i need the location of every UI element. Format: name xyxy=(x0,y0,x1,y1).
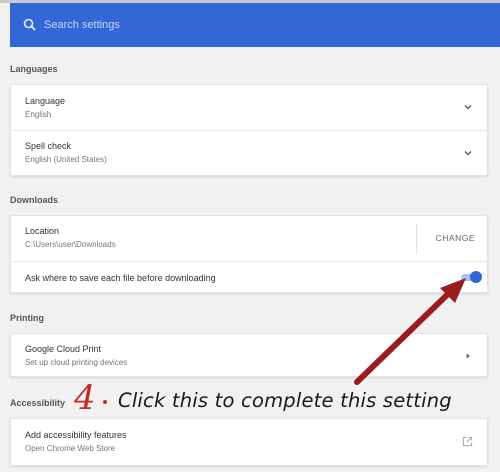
chevron-down-icon[interactable] xyxy=(463,148,473,158)
ask-where-to-save-toggle[interactable] xyxy=(459,271,482,283)
search-input[interactable] xyxy=(44,15,464,35)
language-row[interactable]: Language English xyxy=(11,85,487,131)
search-icon xyxy=(23,18,36,31)
language-value: English xyxy=(25,110,52,119)
downloads-card: Location C:\Users\user\Downloads CHANGE … xyxy=(10,215,488,293)
add-accessibility-label: Add accessibility features xyxy=(25,430,127,440)
section-title-accessibility: Accessibility xyxy=(10,398,66,408)
add-accessibility-features-row[interactable]: Add accessibility features Open Chrome W… xyxy=(11,419,487,467)
printing-card: Google Cloud Print Set up cloud printing… xyxy=(10,333,488,377)
ask-where-to-save-label: Ask where to save each file before downl… xyxy=(25,273,216,283)
annotation-text: Click this to complete this setting xyxy=(118,389,452,412)
location-path: C:\Users\user\Downloads xyxy=(25,240,116,249)
section-title-downloads: Downloads xyxy=(10,195,59,205)
vertical-divider xyxy=(416,224,417,254)
change-location-button[interactable]: CHANGE xyxy=(436,233,475,243)
google-cloud-print-row[interactable]: Google Cloud Print Set up cloud printing… xyxy=(11,334,487,378)
location-label: Location xyxy=(25,226,60,236)
accessibility-card: Add accessibility features Open Chrome W… xyxy=(10,418,488,466)
toggle-knob xyxy=(470,271,482,283)
spell-check-value: English (United States) xyxy=(25,155,107,164)
annotation-step-number: 4 xyxy=(74,378,96,418)
add-accessibility-sub: Open Chrome Web Store xyxy=(25,444,116,453)
languages-card: Language English Spell check English (Un… xyxy=(10,84,488,176)
chevron-right-icon[interactable] xyxy=(463,351,473,361)
external-link-icon[interactable] xyxy=(462,436,473,447)
settings-header xyxy=(10,3,500,47)
annotation-step-dot xyxy=(103,400,107,404)
section-title-printing: Printing xyxy=(10,313,44,323)
spell-check-row[interactable]: Spell check English (United States) xyxy=(11,131,487,177)
language-label: Language xyxy=(25,96,66,106)
section-title-languages: Languages xyxy=(10,64,58,74)
location-row: Location C:\Users\user\Downloads CHANGE xyxy=(11,216,487,262)
ask-where-to-save-row[interactable]: Ask where to save each file before downl… xyxy=(11,262,487,294)
google-cloud-print-label: Google Cloud Print xyxy=(25,344,102,354)
chevron-down-icon[interactable] xyxy=(463,102,473,112)
spell-check-label: Spell check xyxy=(25,141,72,151)
google-cloud-print-sub: Set up cloud printing devices xyxy=(25,358,128,367)
